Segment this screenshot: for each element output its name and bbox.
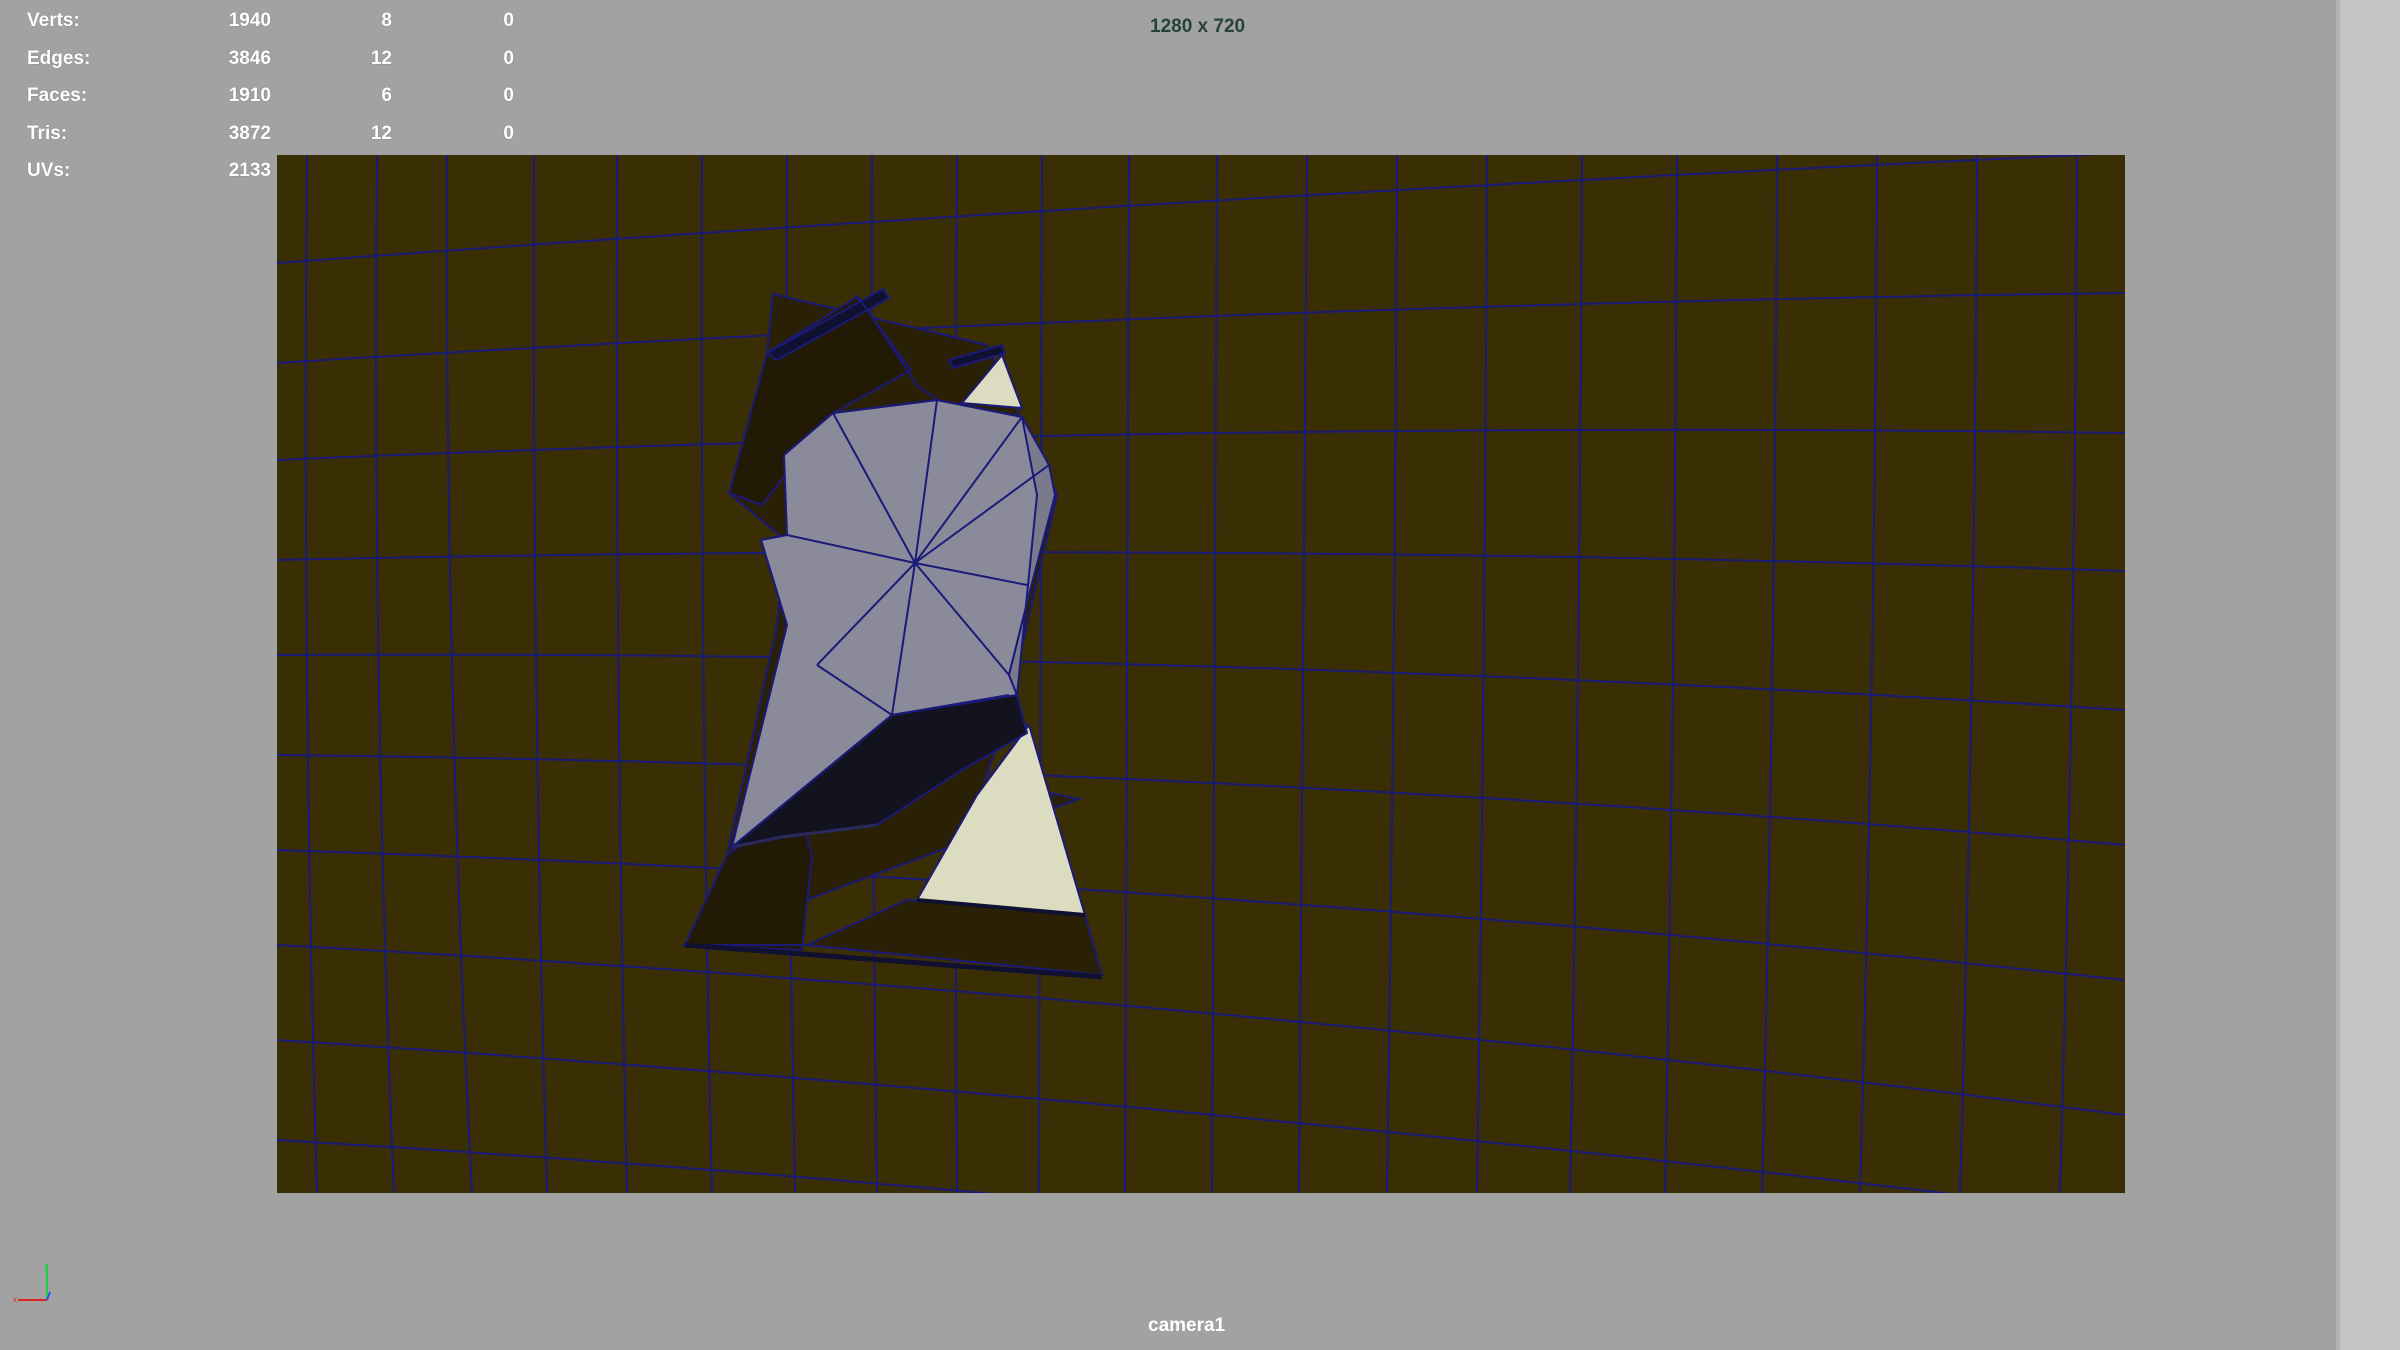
svg-text:y: y	[44, 1261, 48, 1270]
hud-total: 1910	[228, 85, 271, 106]
hud-row-tris: Tris: 3872 12 0	[27, 115, 514, 153]
hud-label: Verts:	[27, 10, 80, 31]
hud-total: 2133	[228, 160, 271, 181]
svg-text:x: x	[13, 1295, 17, 1304]
hud-total: 3846	[228, 47, 271, 69]
hud-row-verts: Verts: 1940 8 0	[27, 2, 514, 40]
hud-selected: 12	[370, 122, 392, 144]
scene-mesh[interactable]	[277, 155, 2125, 1193]
hud-label: Faces:	[27, 85, 88, 106]
render-gate[interactable]	[277, 155, 2125, 1193]
resolution-gate-label: 1280 x 720	[1150, 16, 1246, 37]
hud-label: Edges:	[27, 47, 91, 69]
axis-gizmo-icon: y x	[10, 1260, 60, 1310]
side-panel-strip	[2340, 0, 2400, 1350]
hud-label: UVs:	[27, 160, 71, 181]
hud-selected: 8	[381, 10, 392, 31]
hud-uv: 0	[503, 122, 514, 144]
hud-uv: 0	[503, 47, 514, 69]
hud-selected: 6	[381, 85, 392, 106]
hud-row-faces: Faces: 1910 6 0	[27, 77, 514, 115]
hud-selected: 12	[370, 47, 392, 69]
hud-uv: 0	[503, 10, 514, 31]
camera-name-label: camera1	[1148, 1315, 1226, 1336]
hud-total: 3872	[228, 122, 271, 144]
hud-row-edges: Edges: 3846 12 0	[27, 40, 514, 78]
hud-uv: 0	[503, 85, 514, 106]
hud-total: 1940	[228, 10, 271, 31]
wall-wireframe-grid	[277, 155, 2125, 1193]
hud-label: Tris:	[27, 122, 68, 144]
